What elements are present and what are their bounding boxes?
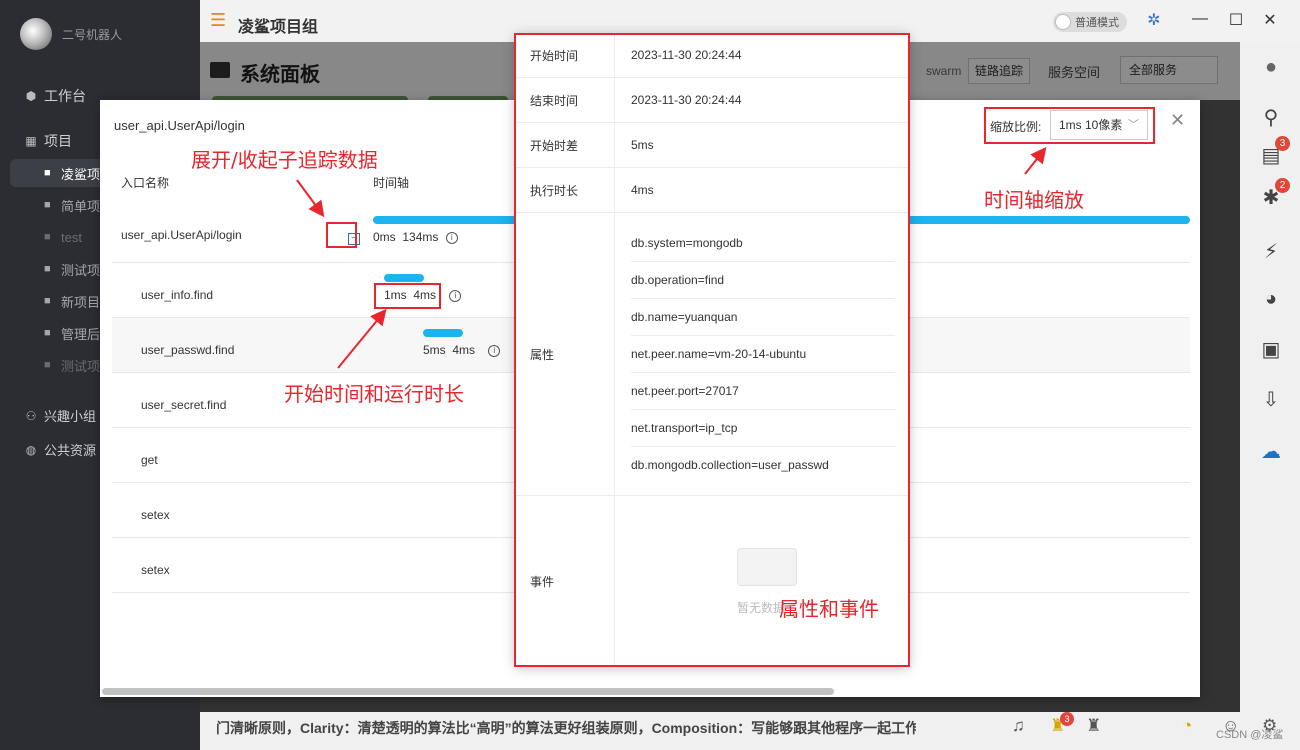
arrow-zoom <box>1024 146 1047 175</box>
annotation-arrows <box>296 146 1047 369</box>
arrow-expand <box>296 179 325 218</box>
arrow-times <box>337 308 387 369</box>
